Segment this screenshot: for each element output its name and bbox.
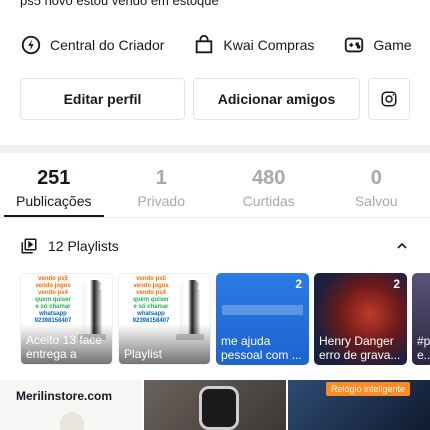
- playlist-title: #p e...: [417, 334, 430, 362]
- video-thumbnail[interactable]: Relógio inteligente: [288, 380, 430, 430]
- game-label: Game: [373, 37, 412, 53]
- edit-profile-button[interactable]: Editar perfil: [20, 78, 185, 120]
- tabs-divider: [0, 217, 430, 218]
- shopping-bag-icon: [196, 34, 213, 54]
- playlist-card[interactable]: #p e...: [412, 273, 430, 365]
- video-thumbnail[interactable]: Merilinstore.com: [0, 380, 142, 430]
- playlist-video-count: 2: [295, 277, 302, 291]
- smartwatch-image: [199, 386, 239, 430]
- add-friends-button[interactable]: Adicionar amigos: [193, 78, 360, 120]
- playlist-title: Aceito 13 face entrega a: [26, 333, 103, 361]
- private-label: Privado: [137, 193, 185, 209]
- likes-count: 480: [252, 167, 286, 189]
- playlist-video-count: 2: [393, 277, 400, 291]
- thumbnail-banner: [222, 305, 303, 315]
- instagram-button[interactable]: [368, 78, 410, 120]
- gamepad-icon: [345, 37, 364, 53]
- playlist-video-count: 7: [98, 278, 105, 292]
- playlist-title: Playlist: [124, 347, 163, 361]
- publications-count: 251: [37, 167, 71, 189]
- tab-likes[interactable]: 480 Curtidas: [215, 165, 323, 217]
- playlist-title: me ajuda pessoal com ...: [221, 334, 302, 362]
- saved-count: 0: [370, 167, 382, 189]
- likes-label: Curtidas: [242, 193, 295, 209]
- playlists-header[interactable]: 12 Playlists: [20, 236, 410, 256]
- tab-private[interactable]: 1 Privado: [108, 165, 216, 217]
- thumbnail-text: Merilinstore.com: [16, 389, 113, 403]
- section-divider: [0, 145, 430, 153]
- instagram-icon: [381, 91, 397, 107]
- creator-center-label: Central do Criador: [50, 37, 165, 53]
- profile-actions: Editar perfil Adicionar amigos: [20, 78, 410, 120]
- product-tag: Relógio inteligente: [326, 382, 411, 396]
- profile-stats-tabs: 251 Publicações 1 Privado 480 Curtidas 0…: [0, 165, 430, 217]
- creator-center-link[interactable]: Central do Criador: [20, 34, 164, 56]
- playlist-card[interactable]: 2 Henry Danger erro de grava...: [314, 273, 407, 365]
- chevron-up-icon[interactable]: [394, 238, 410, 254]
- playlists-carousel: vendo ps5 vendo jogos vendo ps4 quem qui…: [20, 273, 430, 365]
- playlist-title: Henry Danger erro de grava...: [319, 334, 401, 362]
- saved-label: Salvou: [354, 193, 398, 209]
- product-image: [60, 412, 84, 430]
- playlist-thumbnail-text: vendo ps5 vendo jogos vendo ps4 quem qui…: [34, 276, 72, 324]
- playlist-video-count: 7: [196, 278, 203, 292]
- playlist-thumbnail-text: vendo ps5 vendo jogos vendo ps4 quem qui…: [132, 276, 170, 324]
- kwai-shop-label: Kwai Compras: [223, 37, 315, 53]
- publications-label: Publicações: [16, 193, 92, 209]
- video-grid: Merilinstore.com Relógio inteligente: [0, 380, 430, 430]
- tab-saved[interactable]: 0 Salvou: [323, 165, 430, 217]
- playlist-card[interactable]: vendo ps5 vendo jogos vendo ps4 quem qui…: [20, 273, 113, 365]
- playlist-card[interactable]: 2 me ajuda pessoal com ...: [216, 273, 309, 365]
- tab-publications[interactable]: 251 Publicações: [0, 165, 108, 217]
- playlist-icon: [21, 238, 37, 254]
- profile-bio: ps5 novo estou vendo em estoque: [20, 0, 219, 8]
- video-thumbnail[interactable]: [144, 380, 286, 430]
- creator-center-icon: [21, 35, 41, 55]
- playlists-count-label: 12 Playlists: [48, 238, 119, 254]
- playlist-card[interactable]: vendo ps5 vendo jogos vendo ps4 quem qui…: [118, 273, 211, 365]
- profile-links: Central do Criador Kwai Compras Game: [20, 32, 430, 58]
- private-count: 1: [155, 167, 167, 189]
- kwai-shop-link[interactable]: Kwai Compras: [193, 34, 314, 56]
- game-link[interactable]: Game: [343, 34, 412, 56]
